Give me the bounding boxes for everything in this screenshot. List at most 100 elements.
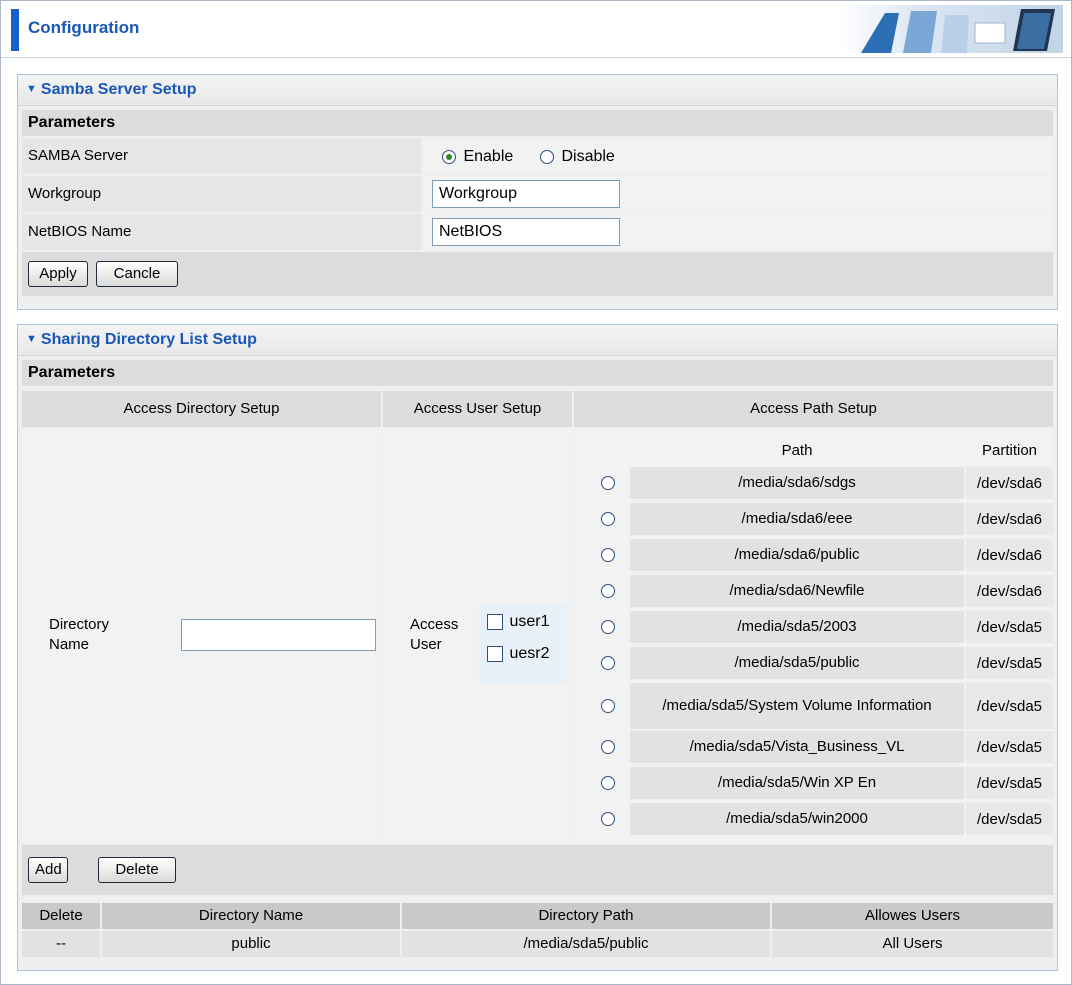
sharing-directory-section: ▼ Sharing Directory List Setup Parameters… [17,324,1058,971]
path-cell: /media/sda5/Win XP En [630,767,964,799]
path-radio-cell [590,731,628,763]
partition-cell: /dev/sda5 [966,611,1053,643]
cancel-button[interactable]: Cancle [96,261,178,287]
netbios-label: NetBIOS Name [22,214,421,250]
access-user-label: Access User [410,616,459,653]
path-row[interactable]: /media/sda5/public/dev/sda5 [590,647,1053,679]
table-header-delete: Delete [22,903,100,929]
workgroup-value-cell: Workgroup [423,176,1053,212]
partition-cell: /dev/sda6 [966,503,1053,535]
user-checkbox-list: user1 uesr2 [479,603,567,683]
disable-radio[interactable] [540,150,554,164]
path-radio-cell [590,575,628,607]
path-row[interactable]: /media/sda6/sdgs/dev/sda6 [590,467,1053,499]
path-radio[interactable] [601,656,615,670]
access-path-header: Access Path Setup [574,391,1053,427]
uesr2-checkbox[interactable] [487,646,503,662]
path-radio[interactable] [601,699,615,713]
path-radio[interactable] [601,776,615,790]
path-row[interactable]: /media/sda6/Newfile/dev/sda6 [590,575,1053,607]
partition-cell: /dev/sda5 [966,683,1053,729]
user-option[interactable]: user1 [487,613,549,631]
header-accent-bar [11,9,19,51]
table-cell-directory-name: public [102,931,400,957]
user-option[interactable]: uesr2 [487,645,549,663]
path-radio[interactable] [601,584,615,598]
path-cell: /media/sda5/Vista_Business_VL [630,731,964,763]
workgroup-label: Workgroup [22,176,421,212]
path-row[interactable]: /media/sda5/2003/dev/sda5 [590,611,1053,643]
sharing-section-title: Sharing Directory List Setup [40,331,257,348]
netbios-row: NetBIOS Name NetBIOS [22,214,1053,250]
path-cell: /media/sda5/public [630,647,964,679]
path-radio-cell [590,683,628,729]
collapse-arrow-icon[interactable]: ▼ [26,324,37,354]
samba-server-section: ▼ Samba Server Setup Parameters SAMBA Ser… [17,74,1058,310]
path-radio[interactable] [601,476,615,490]
path-radio-cell [590,467,628,499]
partition-cell: /dev/sda6 [966,467,1053,499]
path-radio[interactable] [601,548,615,562]
table-cell-directory-path: /media/sda5/public [402,931,770,957]
access-user-cell: Access User user1 uesr2 [383,429,572,843]
path-cell: /media/sda6/sdgs [630,467,964,499]
collapse-arrow-icon[interactable]: ▼ [26,74,37,104]
samba-button-bar: Apply Cancle [22,252,1053,296]
samba-section-title: Samba Server Setup [40,81,197,98]
access-path-cell: Path Partition /media/sda6/sdgs/dev/sda6… [574,429,1053,843]
apply-button[interactable]: Apply [28,261,88,287]
path-row[interactable]: /media/sda6/eee/dev/sda6 [590,503,1053,535]
table-header-directory-path: Directory Path [402,903,770,929]
delete-button[interactable]: Delete [98,857,176,883]
access-directory-header: Access Directory Setup [22,391,381,427]
user-label: user1 [509,613,550,630]
partition-cell: /dev/sda5 [966,647,1053,679]
path-column-header: Path [781,442,813,459]
sharing-section-header[interactable]: ▼ Sharing Directory List Setup [18,325,1057,356]
partition-cell: /dev/sda5 [966,767,1053,799]
samba-section-header[interactable]: ▼ Samba Server Setup [18,75,1057,106]
page-title: Configuration [28,18,140,37]
samba-server-row: SAMBA Server Enable Disable [22,138,1053,174]
header-banner-image [841,5,1063,53]
directory-button-bar: Add Delete [22,845,1053,895]
path-radio-cell [590,611,628,643]
table-cell-allowed-users: All Users [772,931,1053,957]
partition-cell: /dev/sda6 [966,575,1053,607]
path-row[interactable]: /media/sda5/Vista_Business_VL/dev/sda5 [590,731,1053,763]
path-cell: /media/sda6/public [630,539,964,571]
partition-cell: /dev/sda5 [966,803,1053,835]
page-header: Configuration [1,1,1071,58]
path-radio-cell [590,803,628,835]
path-radio[interactable] [601,512,615,526]
enable-label: Enable [463,148,514,165]
add-button[interactable]: Add [28,857,68,883]
enable-option[interactable]: Enable [442,148,513,166]
enable-radio[interactable] [442,150,456,164]
path-radio[interactable] [601,812,615,826]
sharing-parameters-label: Parameters [22,360,1053,386]
path-row[interactable]: /media/sda5/System Volume Information/de… [590,683,1053,729]
table-header-directory-name: Directory Name [102,903,400,929]
path-radio[interactable] [601,620,615,634]
path-radio[interactable] [601,740,615,754]
user-label: uesr2 [509,645,550,662]
path-radio-cell [590,647,628,679]
netbios-value-cell: NetBIOS [423,214,1053,250]
partition-column-header: Partition [981,442,1038,459]
path-row[interactable]: /media/sda5/Win XP En/dev/sda5 [590,767,1053,799]
path-cell: /media/sda6/eee [630,503,964,535]
directory-name-input[interactable] [181,619,376,651]
path-radio-cell [590,539,628,571]
path-cell: /media/sda5/2003 [630,611,964,643]
user1-checkbox[interactable] [487,614,503,630]
path-row[interactable]: /media/sda5/win2000/dev/sda5 [590,803,1053,835]
path-row[interactable]: /media/sda6/public/dev/sda6 [590,539,1053,571]
workgroup-row: Workgroup Workgroup [22,176,1053,212]
table-cell-delete[interactable]: -- [22,931,100,957]
workgroup-input[interactable]: Workgroup [432,180,620,208]
netbios-input[interactable]: NetBIOS [432,218,620,246]
disable-option[interactable]: Disable [540,148,615,166]
directory-name-cell: Directory Name [22,429,381,843]
directory-table: Delete Directory Name Directory Path All… [18,895,1057,967]
